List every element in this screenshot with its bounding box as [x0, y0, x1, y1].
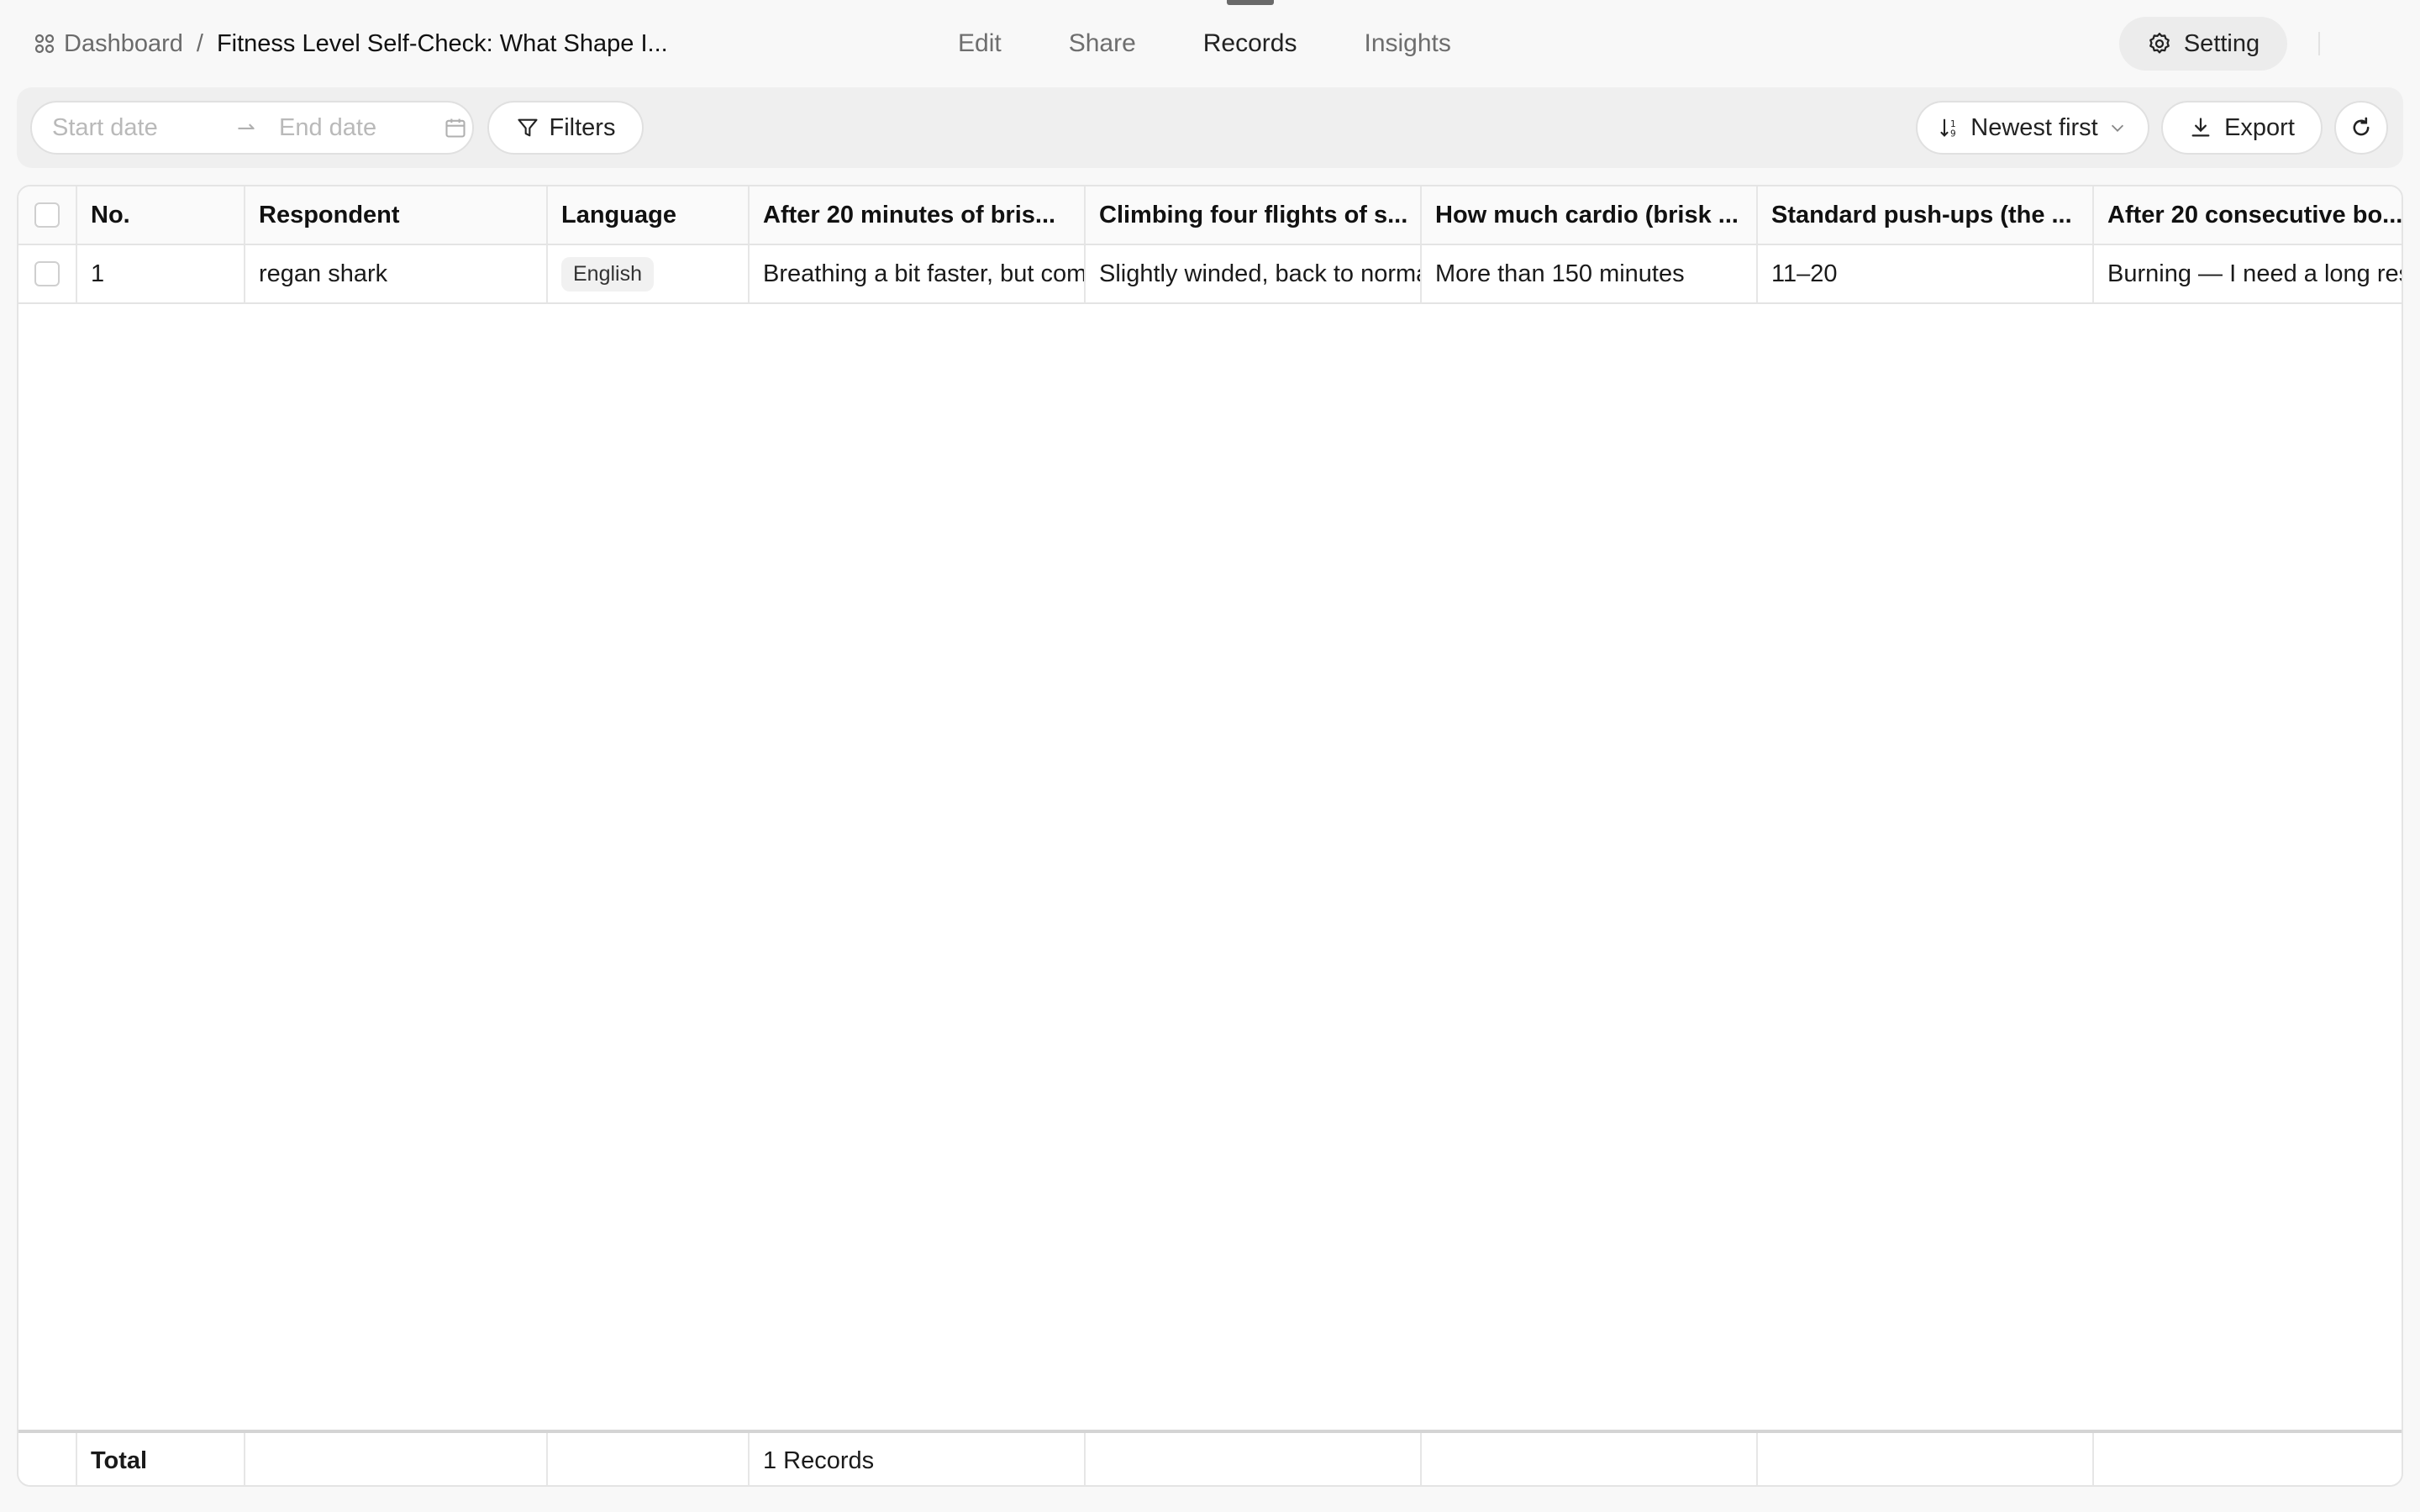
dashboard-grid-icon[interactable] [34, 33, 55, 55]
filter-icon [516, 116, 539, 139]
header-divider [2318, 32, 2320, 55]
date-range-picker[interactable]: Start date ⇀ End date [30, 101, 474, 155]
svg-text:9: 9 [1950, 129, 1956, 139]
cell-q5: Burning — I need a long rest [2107, 260, 2403, 287]
select-all-checkbox[interactable] [34, 202, 60, 228]
row-select-cell [18, 245, 77, 302]
main-nav-tabs: Edit Share Records Insights [924, 0, 1485, 87]
column-header-q3[interactable]: How much cardio (brisk ... [1422, 186, 1758, 244]
svg-text:1: 1 [1950, 119, 1956, 129]
total-cell-language [548, 1433, 750, 1485]
column-header-q5[interactable]: After 20 consecutive bo... [2094, 186, 2402, 244]
tab-insights[interactable]: Insights [1330, 0, 1484, 87]
column-header-language[interactable]: Language [548, 186, 750, 244]
column-header-q4[interactable]: Standard push-ups (the ... [1758, 186, 2094, 244]
column-header-respondent[interactable]: Respondent [245, 186, 548, 244]
sort-icon: 1 9 [1939, 116, 1962, 139]
table-row[interactable]: 1 regan shark English Breathing a bit fa… [18, 245, 2403, 304]
cell-q2: Slightly winded, back to normal quickly [1086, 245, 1422, 302]
breadcrumb-current-form: Fitness Level Self-Check: What Shape I..… [216, 29, 668, 57]
row-checkbox[interactable] [34, 261, 60, 286]
filters-button[interactable]: Filters [487, 101, 644, 155]
chevron-down-icon [2108, 118, 2127, 137]
tab-edit[interactable]: Edit [924, 0, 1035, 87]
breadcrumb-separator: / [196, 29, 203, 57]
cell-respondent: regan shark [245, 245, 548, 302]
breadcrumb-dashboard-link[interactable]: Dashboard [64, 30, 183, 58]
breadcrumb: Dashboard / Fitness Level Self-Check: Wh… [34, 24, 668, 64]
range-arrow-icon: ⇀ [237, 114, 255, 140]
start-date-input[interactable]: Start date [52, 114, 158, 142]
export-button[interactable]: Export [2161, 101, 2323, 155]
select-all-cell [18, 186, 77, 244]
calendar-icon[interactable] [444, 116, 467, 139]
cell-q1: Breathing a bit faster, but comfortable [750, 245, 1086, 302]
cell-no: 1 [77, 245, 245, 302]
setting-button[interactable]: Setting [2119, 17, 2287, 71]
download-icon [2189, 116, 2212, 139]
total-cell-q4 [1758, 1433, 2094, 1485]
cell-language: English [548, 245, 750, 302]
records-toolbar: Start date ⇀ End date Filters 1 9 Newest… [17, 87, 2403, 168]
column-header-q1[interactable]: After 20 minutes of bris... [750, 186, 1086, 244]
column-header-no[interactable]: No. [77, 186, 245, 244]
filters-label: Filters [549, 113, 616, 141]
records-table: No. Respondent Language After 20 minutes… [17, 185, 2403, 1487]
column-header-q2[interactable]: Climbing four flights of s... [1086, 186, 1422, 244]
language-tag: English [561, 256, 654, 291]
total-spacer-cell [18, 1433, 77, 1485]
cell-q3: More than 150 minutes [1422, 245, 1758, 302]
table-header-row: No. Respondent Language After 20 minutes… [18, 186, 2402, 245]
refresh-icon [2349, 116, 2373, 139]
export-label: Export [2224, 113, 2295, 141]
sort-order-select[interactable]: 1 9 Newest first [1916, 101, 2149, 155]
refresh-button[interactable] [2334, 101, 2388, 155]
total-cell-respondent [245, 1433, 548, 1485]
cell-q4: 11–20 [1758, 245, 2094, 302]
total-records-count: 1 Records [750, 1433, 1086, 1485]
end-date-input[interactable]: End date [279, 114, 376, 142]
tab-records[interactable]: Records [1170, 0, 1331, 87]
setting-label: Setting [2183, 29, 2260, 57]
total-cell-q3 [1422, 1433, 1758, 1485]
sort-label: Newest first [1970, 113, 2098, 141]
tab-share[interactable]: Share [1035, 0, 1170, 87]
total-label: Total [77, 1433, 245, 1485]
total-cell-q5 [2094, 1433, 2402, 1485]
table-total-row: Total 1 Records [18, 1430, 2402, 1485]
gear-icon [2147, 31, 2172, 56]
total-cell-q2 [1086, 1433, 1422, 1485]
top-header: Dashboard / Fitness Level Self-Check: Wh… [0, 0, 2420, 87]
